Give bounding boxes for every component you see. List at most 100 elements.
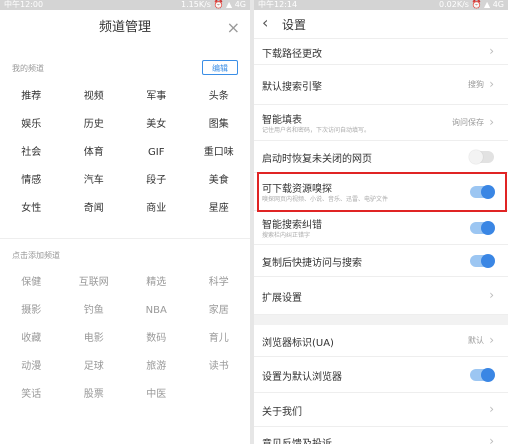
status-time: 中午12:00 (4, 0, 44, 9)
channel-row: 动漫 足球 旅游 读书 (0, 353, 250, 381)
channel-item[interactable]: 推荐 (0, 83, 63, 111)
channel-item[interactable]: 中医 (125, 381, 188, 409)
channel-item[interactable]: 社会 (0, 139, 63, 167)
settings-row-title: 意见反馈及投诉 (262, 435, 332, 444)
channel-item[interactable]: 足球 (63, 353, 126, 381)
chevron-right-icon: › (489, 288, 494, 302)
status-time: 中午12:14 (258, 0, 298, 9)
channel-item[interactable]: 视频 (63, 83, 126, 111)
edit-button[interactable]: 编辑 (202, 60, 238, 75)
channel-item[interactable]: GIF (125, 139, 188, 167)
channel-item[interactable]: 精选 (125, 269, 188, 297)
settings-row-title: 下载路径更改 (262, 49, 322, 60)
toggle-switch[interactable] (470, 368, 495, 382)
settings-row[interactable]: 关于我们 › (254, 393, 508, 427)
channel-item[interactable]: 数码 (125, 325, 188, 353)
channel-item[interactable]: 摄影 (0, 297, 63, 325)
channel-item[interactable]: 动漫 (0, 353, 63, 381)
channel-item[interactable]: 互联网 (63, 269, 126, 297)
channel-item[interactable]: 美女 (125, 111, 188, 139)
channel-row: 情感 汽车 段子 美食 (0, 167, 250, 195)
settings-row-subtitle: 记住用户名和密码，下次访问自动填写。 (262, 127, 371, 134)
channel-item[interactable]: 笑话 (0, 381, 63, 409)
channel-item[interactable]: 收藏 (0, 325, 63, 353)
settings-row[interactable]: 启动时恢复未关闭的网页 (254, 141, 508, 173)
channel-item[interactable]: 育儿 (188, 325, 251, 353)
toggle-knob (481, 368, 495, 382)
channel-item[interactable]: 情感 (0, 167, 63, 195)
channel-item[interactable]: 商业 (125, 195, 188, 223)
channel-item[interactable]: 美食 (188, 167, 251, 195)
channel-item[interactable]: 读书 (188, 353, 251, 381)
my-channels-label: 我的频道 (12, 64, 44, 73)
add-channels-grid: 保健 互联网 精选 科学 摄影 钓鱼 NBA 家居 收藏 电影 数码 育儿 动漫 足球 旅游 读书 笑话 股票 中医 (0, 269, 250, 409)
settings-header: ‹ 设置 (254, 10, 508, 39)
toggle-knob (469, 150, 483, 164)
status-indicators: 0.02K/s ⏰ ▲ 4G (439, 0, 504, 9)
channel-item[interactable]: 家居 (188, 297, 251, 325)
channel-item[interactable]: 钓鱼 (63, 297, 126, 325)
settings-row[interactable]: 设置为默认浏览器 (254, 357, 508, 393)
toggle-knob (481, 254, 495, 268)
channel-item[interactable]: 历史 (63, 111, 126, 139)
chevron-right-icon: › (489, 434, 494, 444)
channel-row: 保健 互联网 精选 科学 (0, 269, 250, 297)
channel-item[interactable]: 旅游 (125, 353, 188, 381)
settings-row-value: 搜狗 (468, 80, 484, 89)
toggle-switch[interactable] (470, 254, 495, 268)
settings-row[interactable]: 默认搜索引擎 搜狗 › (254, 65, 508, 105)
status-bar: 中午12:14 0.02K/s ⏰ ▲ 4G (254, 0, 508, 10)
channel-item[interactable]: 汽车 (63, 167, 126, 195)
channel-row: 笑话 股票 中医 (0, 381, 250, 409)
section-divider (0, 238, 250, 239)
close-icon[interactable]: × (227, 19, 240, 37)
settings-row-title: 关于我们 (262, 407, 302, 418)
settings-row-title: 设置为默认浏览器 (262, 372, 342, 383)
channel-row: 女性 奇闻 商业 星座 (0, 195, 250, 223)
channel-item[interactable]: 电影 (63, 325, 126, 353)
settings-panel: 中午12:14 0.02K/s ⏰ ▲ 4G ‹ 设置 下载路径更改 › 默认搜索引… (254, 0, 508, 444)
channel-manager-header: 频道管理 × (0, 10, 250, 48)
channel-item[interactable]: 头条 (188, 83, 251, 111)
settings-row[interactable]: 智能填表 记住用户名和密码，下次访问自动填写。 询问保存 › (254, 105, 508, 141)
settings-row[interactable]: 下载路径更改 › (254, 39, 508, 65)
channel-manager-panel: 中午12:00 1.15K/s ⏰ ▲ 4G 频道管理 × 我的频道 编辑 推荐… (0, 0, 250, 444)
settings-row[interactable]: 智能搜索纠错 搜索栏内纠正错字 (254, 211, 508, 245)
channel-row: 推荐 视频 军事 头条 (0, 83, 250, 111)
channel-item[interactable]: 股票 (63, 381, 126, 409)
channel-item[interactable]: 体育 (63, 139, 126, 167)
settings-row-title: 智能填表 (262, 115, 302, 126)
settings-row[interactable]: 复制后快捷访问与搜索 (254, 245, 508, 277)
channel-item[interactable]: 娱乐 (0, 111, 63, 139)
settings-row[interactable]: 意见反馈及投诉 › (254, 427, 508, 444)
channel-row: 娱乐 历史 美女 图集 (0, 111, 250, 139)
channel-item[interactable]: 图集 (188, 111, 251, 139)
channel-row: 摄影 钓鱼 NBA 家居 (0, 297, 250, 325)
channel-item[interactable]: 奇闻 (63, 195, 126, 223)
page-title: 频道管理 (98, 20, 151, 35)
chevron-right-icon: › (489, 44, 494, 58)
chevron-right-icon: › (489, 402, 494, 416)
status-indicators: 1.15K/s ⏰ ▲ 4G (181, 0, 246, 9)
settings-row-title: 智能搜索纠错 (262, 220, 322, 231)
settings-row-title: 复制后快捷访问与搜索 (262, 258, 362, 269)
my-channels-grid: 推荐 视频 军事 头条 娱乐 历史 美女 图集 社会 体育 GIF 重口味 情感 汽车 段子 美食 女性 奇闻 商业… (0, 83, 250, 223)
channel-item[interactable]: 保健 (0, 269, 63, 297)
settings-row[interactable]: 扩展设置 › (254, 277, 508, 315)
toggle-switch[interactable] (469, 150, 494, 164)
channel-item[interactable]: NBA (125, 297, 188, 325)
channel-item[interactable]: 女性 (0, 195, 63, 223)
chevron-right-icon: › (489, 77, 494, 91)
settings-row-title: 扩展设置 (262, 293, 302, 304)
channel-item[interactable]: 段子 (125, 167, 188, 195)
back-icon[interactable]: ‹ (262, 14, 268, 32)
channel-item[interactable]: 星座 (188, 195, 251, 223)
channel-item[interactable] (188, 381, 251, 409)
settings-row[interactable]: 浏览器标识(UA) 默认 › (254, 325, 508, 357)
channel-item[interactable]: 重口味 (188, 139, 251, 167)
settings-row-title: 启动时恢复未关闭的网页 (262, 154, 372, 165)
toggle-switch[interactable] (470, 221, 495, 235)
channel-item[interactable]: 军事 (125, 83, 188, 111)
settings-row-value: 默认 (468, 336, 484, 345)
channel-item[interactable]: 科学 (188, 269, 251, 297)
